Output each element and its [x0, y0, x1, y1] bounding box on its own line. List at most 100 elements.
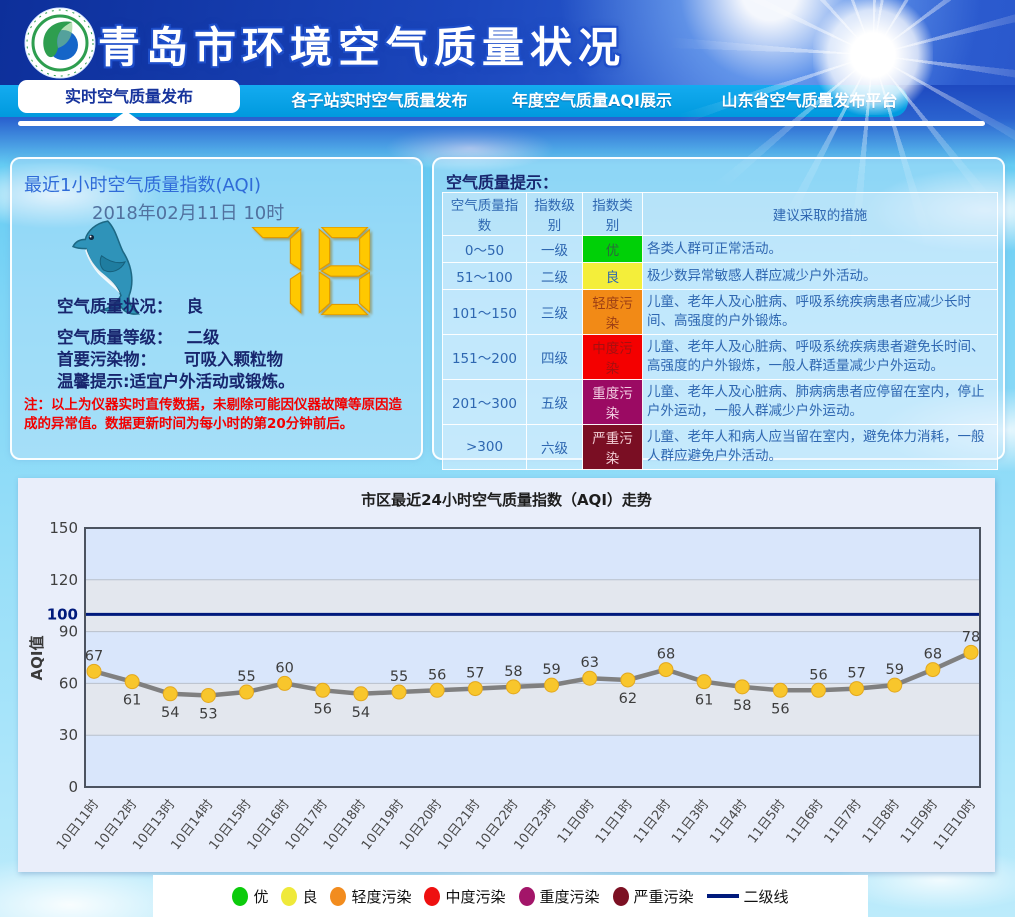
svg-text:100: 100	[47, 605, 78, 623]
advice-cell-range: 0～50	[443, 236, 527, 263]
advice-cell-advice: 极少数异常敏感人群应减少户外活动。	[643, 263, 998, 290]
svg-text:62: 62	[619, 691, 637, 707]
svg-text:56: 56	[771, 701, 789, 717]
advice-column-header: 指数类别	[583, 193, 643, 236]
svg-text:63: 63	[580, 655, 598, 671]
status-value: 良	[187, 297, 204, 316]
svg-text:59: 59	[542, 662, 560, 678]
legend-item: 中度污染	[424, 886, 505, 907]
tab-realtime-aqi[interactable]: 实时空气质量发布	[18, 80, 240, 113]
tab-shandong-platform[interactable]: 山东省空气质量发布平台	[712, 85, 907, 117]
aqi-digital-display	[250, 227, 370, 315]
advice-cell-advice: 儿童、老年人及心脏病、肺病病患者应停留在室内，停止户外运动，一般人群减少户外运动…	[643, 380, 998, 425]
advice-column-header: 指数级别	[527, 193, 583, 236]
aqi-trend-chart-panel: 0306090100120150AQI值6710日11时6110日12时5410…	[18, 478, 995, 872]
legend-label: 二级线	[744, 886, 789, 907]
svg-text:11日6时: 11日6时	[784, 797, 827, 846]
qingdao-emc-logo-icon	[24, 7, 96, 79]
current-aqi-panel: 最近1小时空气质量指数(AQI) 2018年02月11日 10时 空气质量状况：…	[10, 157, 423, 460]
legend-item: 良	[281, 886, 317, 907]
svg-text:11日4时: 11日4时	[707, 797, 750, 846]
pollutant-line: 首要污染物：可吸入颗粒物	[57, 346, 283, 370]
header: 青岛市环境空气质量状况	[0, 0, 1015, 85]
svg-text:11日3时: 11日3时	[669, 797, 712, 846]
svg-text:54: 54	[161, 705, 179, 721]
svg-text:11日1时: 11日1时	[593, 797, 636, 846]
advice-column-header: 建议采取的措施	[643, 193, 998, 236]
svg-text:11日7时: 11日7时	[822, 797, 865, 846]
svg-text:54: 54	[352, 705, 370, 721]
svg-text:59: 59	[886, 662, 904, 678]
data-disclaimer-note: 注：以上为仪器实时直传数据，未剔除可能因仪器故障等原因造成的异常值。数据更新时间…	[24, 396, 412, 434]
advice-cell-range: 101～150	[443, 290, 527, 335]
svg-text:56: 56	[314, 701, 332, 717]
legend-item: 严重污染	[613, 886, 694, 907]
tab-annual-aqi[interactable]: 年度空气质量AQI展示	[497, 85, 687, 117]
svg-text:53: 53	[199, 706, 217, 722]
legend-label: 优	[253, 886, 268, 907]
legend-dot-swatch	[613, 887, 629, 906]
svg-text:58: 58	[733, 698, 751, 714]
svg-text:68: 68	[924, 647, 942, 663]
svg-text:150: 150	[49, 519, 78, 537]
tip-line: 温馨提示:适宜户外活动或锻炼。	[57, 368, 295, 392]
advice-row: 101～150三级轻度污染儿童、老年人及心脏病、呼吸系统疾病患者应减少长时间、高…	[443, 290, 998, 335]
advice-cell-range: 201～300	[443, 380, 527, 425]
svg-text:11日8时: 11日8时	[860, 797, 903, 846]
aqi-trend-plot: 0306090100120150AQI值6710日11时6110日12时5410…	[18, 478, 995, 872]
svg-text:58: 58	[504, 664, 522, 680]
advice-cell-grade: 二级	[527, 263, 583, 290]
grade-line: 空气质量等级：二级	[57, 324, 220, 348]
legend-dot-swatch	[232, 887, 248, 906]
nav-underline	[18, 121, 985, 126]
legend-label: 严重污染	[634, 886, 694, 907]
legend-item: 二级线	[707, 886, 789, 907]
advice-cell-grade: 三级	[527, 290, 583, 335]
status-label: 空气质量状况：	[57, 297, 173, 316]
legend-item: 轻度污染	[330, 886, 411, 907]
advice-cell-cat: 严重污染	[583, 425, 643, 470]
legend-dot-swatch	[519, 887, 535, 906]
svg-text:30: 30	[59, 726, 78, 744]
advice-cell-cat: 轻度污染	[583, 290, 643, 335]
advice-cell-advice: 各类人群可正常活动。	[643, 236, 998, 263]
svg-text:56: 56	[809, 667, 827, 683]
svg-text:57: 57	[847, 666, 865, 682]
legend-item: 优	[232, 886, 268, 907]
tip-label: 温馨提示:	[57, 372, 130, 391]
chart-legend: 优 良 轻度污染中度污染 重度污染 严重污染 二级线	[153, 875, 868, 917]
legend-item: 重度污染	[519, 886, 600, 907]
legend-label: 良	[302, 886, 317, 907]
advice-cell-advice: 儿童、老年人和病人应当留在室内，避免体力消耗，一般人群应避免户外活动。	[643, 425, 998, 470]
advice-cell-range: 151～200	[443, 335, 527, 380]
advice-cell-cat: 优	[583, 236, 643, 263]
pollutant-value: 可吸入颗粒物	[184, 350, 283, 369]
svg-text:67: 67	[85, 648, 103, 664]
svg-text:55: 55	[390, 669, 408, 685]
legend-dot-swatch	[424, 887, 440, 906]
advice-cell-cat: 良	[583, 263, 643, 290]
legend-label: 轻度污染	[351, 886, 411, 907]
current-aqi-title: 最近1小时空气质量指数(AQI)	[24, 171, 261, 197]
svg-text:68: 68	[657, 647, 675, 663]
svg-text:0: 0	[68, 778, 78, 796]
svg-text:60: 60	[275, 660, 293, 676]
advice-row: 151～200四级中度污染儿童、老年人及心脏病、呼吸系统疾病患者避免长时间、高强…	[443, 335, 998, 380]
advice-cell-grade: 一级	[527, 236, 583, 263]
advice-cell-range: 51～100	[443, 263, 527, 290]
svg-text:60: 60	[59, 674, 78, 692]
legend-label: 重度污染	[540, 886, 600, 907]
advice-cell-grade: 六级	[527, 425, 583, 470]
svg-text:61: 61	[123, 693, 141, 709]
advice-panel-title: 空气质量提示：	[446, 169, 558, 193]
aqi-advice-panel: 空气质量提示： 空气质量指数指数级别指数类别建议采取的措施 0～50一级优各类人…	[432, 157, 1005, 460]
svg-text:55: 55	[237, 669, 255, 685]
status-line: 空气质量状况： 良	[57, 293, 203, 317]
svg-text:AQI值: AQI值	[28, 636, 46, 681]
advice-cell-advice: 儿童、老年人及心脏病、呼吸系统疾病患者应减少长时间、高强度的户外锻炼。	[643, 290, 998, 335]
grade-value: 二级	[187, 328, 220, 347]
advice-table-header: 空气质量指数指数级别指数类别建议采取的措施	[443, 193, 998, 236]
svg-text:56: 56	[428, 667, 446, 683]
tab-substation-aqi[interactable]: 各子站实时空气质量发布	[262, 85, 497, 117]
chart-title: 市区最近24小时空气质量指数（AQI）走势	[18, 489, 995, 510]
